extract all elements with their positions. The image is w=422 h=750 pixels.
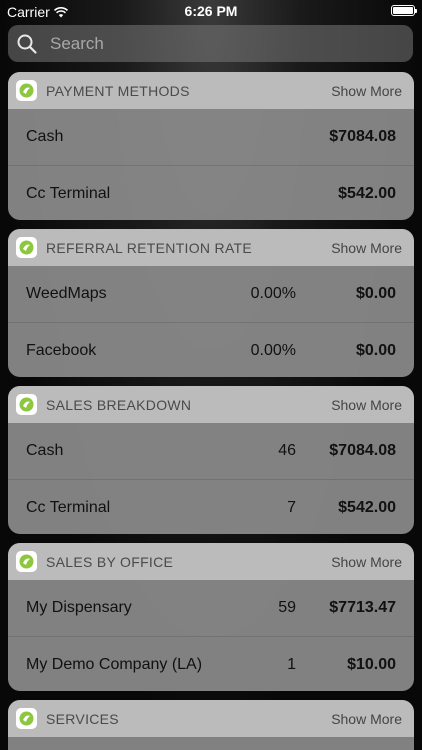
widget-services: SERVICES Show More (8, 700, 414, 750)
widget-header: SALES BREAKDOWN Show More (8, 386, 414, 423)
row-value: $542.00 (338, 184, 396, 202)
row-label: WeedMaps (26, 285, 107, 302)
show-more-button[interactable]: Show More (331, 83, 402, 99)
widget-header: PAYMENT METHODS Show More (8, 72, 414, 109)
battery-icon (391, 5, 417, 16)
row-count: 46 (278, 442, 296, 459)
app-logo-icon (16, 237, 37, 258)
widget-title: SALES BREAKDOWN (46, 396, 192, 413)
list-item[interactable]: My Demo Company (LA) 1 $10.00 (8, 636, 414, 691)
widget-header: SERVICES Show More (8, 700, 414, 737)
list-item[interactable]: Cc Terminal $542.00 (8, 165, 414, 220)
search-bar[interactable] (8, 25, 413, 62)
status-bar: Carrier 6:26 PM (0, 0, 422, 22)
row-value: $0.00 (355, 285, 396, 302)
row-value: $7084.08 (329, 442, 396, 459)
app-logo-icon (16, 708, 37, 729)
show-more-button[interactable]: Show More (331, 711, 402, 727)
widget-header: REFERRAL RETENTION RATE Show More (8, 229, 414, 266)
widget-title: REFERRAL RETENTION RATE (46, 239, 253, 256)
widget-title: SERVICES (46, 710, 119, 727)
list-item[interactable]: WeedMaps 0.00% $0.00 (8, 266, 414, 322)
row-label: Facebook (26, 341, 97, 359)
app-logo-icon (16, 551, 37, 572)
row-label: Cc Terminal (26, 184, 111, 202)
widget-title: PAYMENT METHODS (46, 82, 190, 99)
list-item[interactable]: Cash 46 $7084.08 (8, 423, 414, 479)
search-input[interactable] (50, 33, 380, 54)
widget-header: SALES BY OFFICE Show More (8, 543, 414, 580)
show-more-button[interactable]: Show More (331, 554, 402, 570)
search-icon (17, 34, 37, 54)
show-more-button[interactable]: Show More (331, 397, 402, 413)
clock: 6:26 PM (184, 3, 238, 19)
row-rate: 0.00% (250, 341, 296, 359)
row-label: Cash (26, 128, 64, 145)
list-item[interactable]: Facebook 0.00% $0.00 (8, 322, 414, 377)
row-rate: 0.00% (250, 285, 296, 302)
app-logo-icon (16, 80, 37, 101)
today-widgets-screen: Carrier 6:26 PM PAYMENT METHODS Show Mor… (0, 0, 422, 750)
list-item[interactable]: My Dispensary 59 $7713.47 (8, 580, 414, 636)
list-item[interactable]: Cc Terminal 7 $542.00 (8, 479, 414, 534)
row-value: $10.00 (347, 655, 396, 673)
row-label: My Demo Company (LA) (26, 655, 203, 673)
row-value: $7713.47 (329, 599, 396, 616)
widget-referral-retention-rate: REFERRAL RETENTION RATE Show More WeedMa… (8, 229, 414, 377)
row-value: $0.00 (355, 341, 396, 359)
row-count: 59 (278, 599, 296, 616)
row-count: 7 (287, 498, 296, 516)
widget-sales-breakdown: SALES BREAKDOWN Show More Cash 46 $7084.… (8, 386, 414, 534)
widget-title: SALES BY OFFICE (46, 553, 174, 570)
row-value: $7084.08 (329, 128, 396, 145)
show-more-button[interactable]: Show More (331, 240, 402, 256)
list-item[interactable]: Cash $7084.08 (8, 109, 414, 165)
row-count: 1 (287, 655, 296, 673)
row-value: $542.00 (338, 498, 396, 516)
widget-sales-by-office: SALES BY OFFICE Show More My Dispensary … (8, 543, 414, 691)
app-logo-icon (16, 394, 37, 415)
widget-payment-methods: PAYMENT METHODS Show More Cash $7084.08 … (8, 72, 414, 220)
